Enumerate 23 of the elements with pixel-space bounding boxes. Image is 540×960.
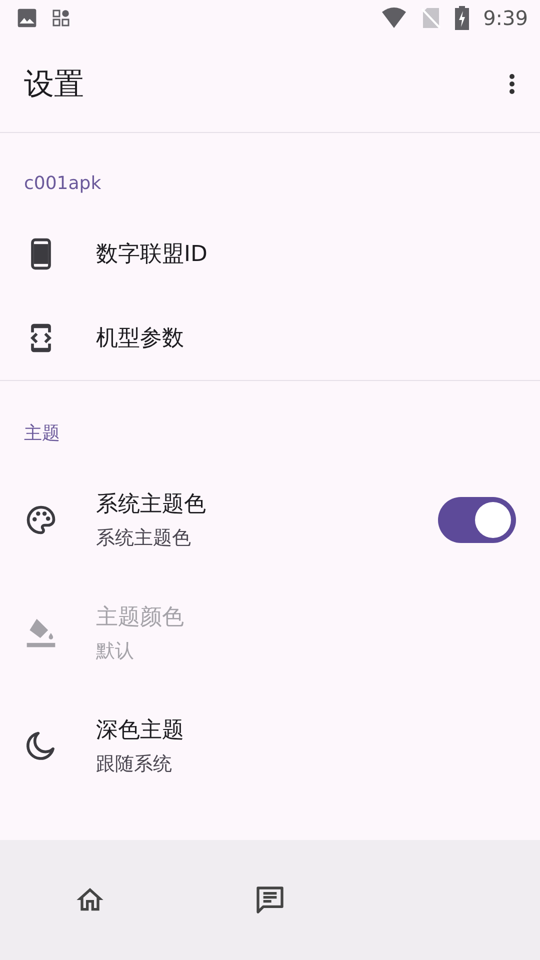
item-summary: 默认: [96, 638, 135, 664]
item-title: 主题颜色: [96, 604, 185, 632]
settings-item[interactable]: 深色主题 跟随系统: [0, 689, 540, 802]
section-header: 主题: [23, 422, 61, 446]
image-icon: [16, 7, 38, 29]
item-title: 系统主题色: [96, 490, 207, 518]
settings-item[interactable]: 系统主题色 系统主题色: [0, 463, 540, 576]
page-title: 设置: [24, 66, 85, 104]
toggle-switch[interactable]: [438, 496, 516, 542]
item-title: 机型参数: [96, 325, 185, 353]
section-header: c001apk: [23, 172, 102, 196]
clock: 9:39: [483, 6, 528, 30]
apps-icon: [52, 9, 70, 27]
settings-item[interactable]: 数字联盟ID: [0, 212, 540, 296]
battery-charging-icon: [455, 6, 470, 30]
item-title: 数字联盟ID: [96, 241, 208, 269]
settings-item[interactable]: 机型参数: [0, 296, 540, 380]
no-sim-icon: [421, 7, 442, 29]
message-icon[interactable]: [254, 884, 286, 916]
wifi-icon: [381, 7, 408, 29]
item-title: 深色主题: [96, 716, 185, 744]
item-summary: 跟随系统: [96, 752, 173, 776]
item-summary: 系统主题色: [96, 526, 192, 550]
